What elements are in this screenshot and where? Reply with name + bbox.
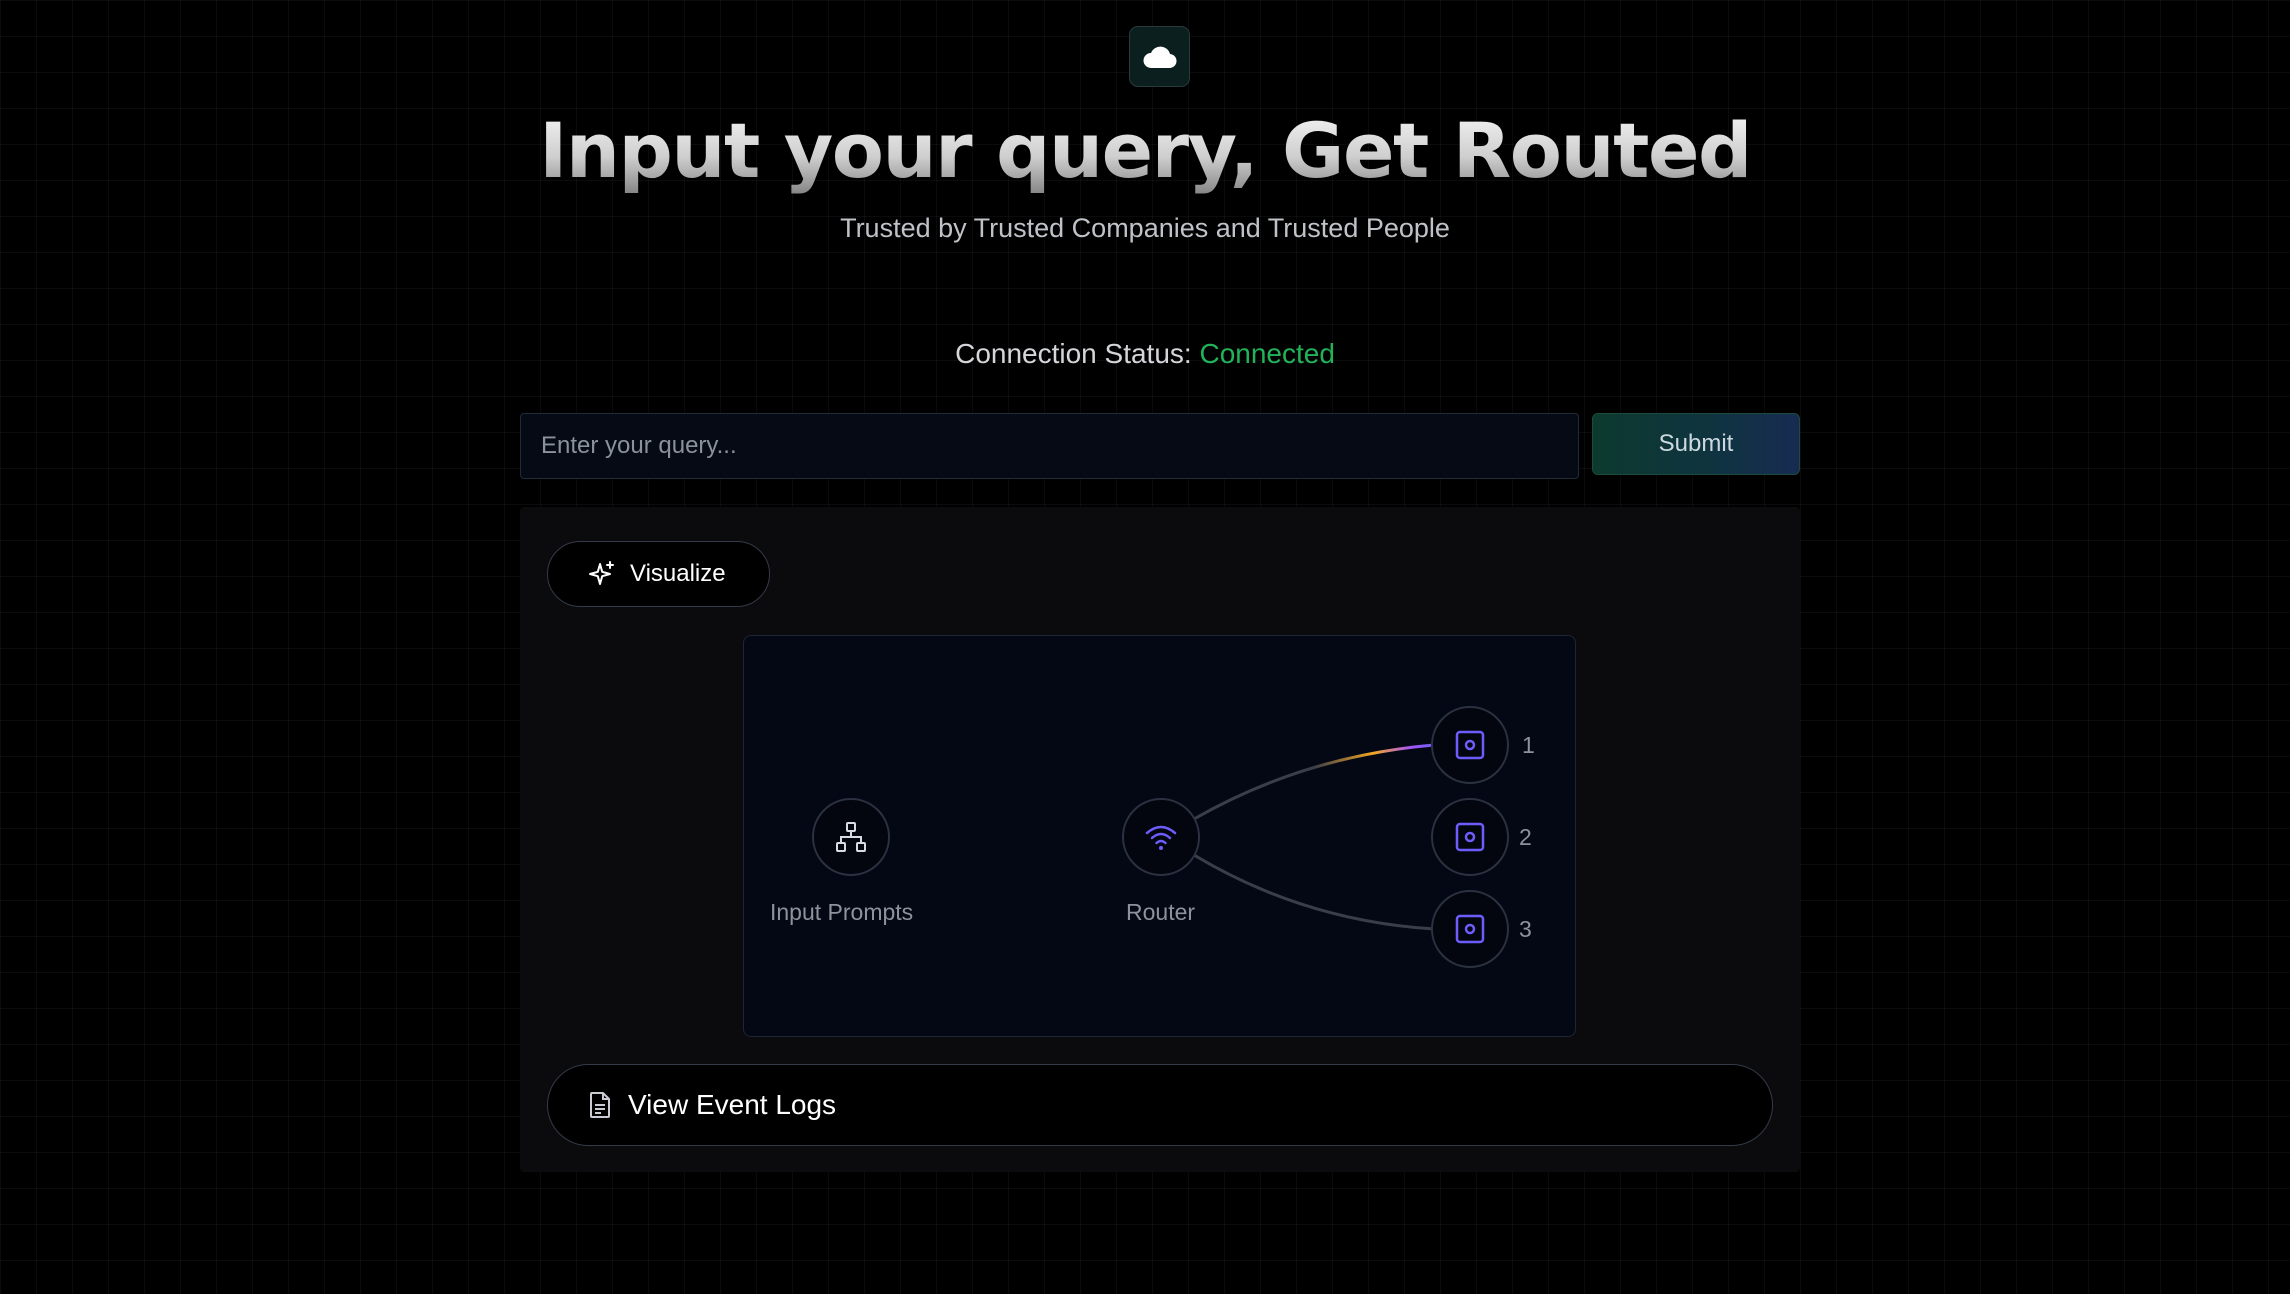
page-subtitle: Trusted by Trusted Companies and Trusted…	[840, 213, 1450, 243]
view-event-logs-label: View Event Logs	[628, 1089, 837, 1120]
model-node-1[interactable]	[1431, 706, 1509, 784]
model-label-1: 1	[1522, 732, 1535, 758]
model-node-3[interactable]	[1431, 890, 1509, 968]
document-icon	[590, 1092, 610, 1118]
submit-button[interactable]: Submit	[1592, 413, 1800, 475]
connection-status-label: Connection Status:	[955, 338, 1192, 369]
wifi-icon	[1145, 825, 1177, 850]
cpu-icon	[1455, 730, 1485, 760]
visualize-button[interactable]: Visualize	[547, 541, 770, 607]
edge-router-model-1	[1193, 743, 1435, 821]
connection-status-value: Connected	[1199, 338, 1335, 369]
router-label: Router	[1126, 899, 1196, 925]
input-prompts-label: Input Prompts	[770, 899, 914, 925]
routing-diagram: Input Prompts Router 1 2 3	[743, 635, 1576, 1037]
sparkles-icon	[589, 561, 614, 585]
model-label-3: 3	[1519, 916, 1532, 942]
model-label-2: 2	[1519, 824, 1532, 850]
cpu-icon	[1455, 822, 1485, 852]
model-node-2[interactable]	[1431, 798, 1509, 876]
cloud-icon	[1143, 46, 1177, 68]
visualize-label: Visualize	[630, 560, 726, 587]
query-input[interactable]	[520, 413, 1579, 479]
view-event-logs-button[interactable]: View Event Logs	[547, 1064, 1773, 1146]
app-logo	[1129, 26, 1190, 87]
connection-status: Connection Status: Connected	[0, 336, 2290, 372]
cpu-icon	[1455, 914, 1485, 944]
network-icon	[836, 822, 866, 852]
page-title: Input your query, Get Routed	[0, 96, 2290, 206]
edge-router-model-3	[1193, 853, 1435, 931]
input-prompts-node[interactable]	[812, 798, 890, 876]
router-node[interactable]	[1122, 798, 1200, 876]
